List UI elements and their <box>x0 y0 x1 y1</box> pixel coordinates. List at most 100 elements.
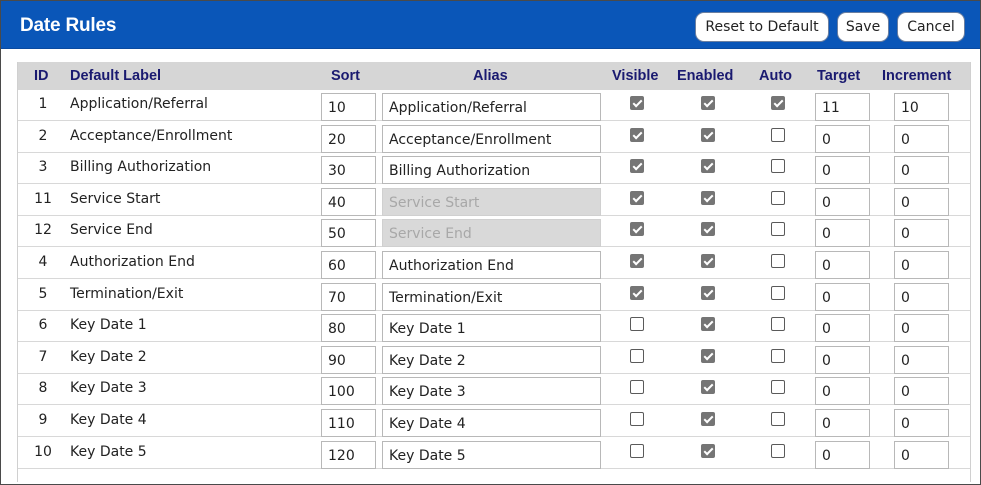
target-input[interactable]: 0 <box>815 282 870 311</box>
sort-input[interactable]: 40 <box>321 187 376 216</box>
sort-input[interactable]: 60 <box>321 251 376 279</box>
enabled-checkbox[interactable] <box>701 412 715 426</box>
enabled-checkbox[interactable] <box>701 380 715 395</box>
enabled-checkbox[interactable] <box>701 317 715 332</box>
enabled-checkbox[interactable] <box>701 222 715 237</box>
auto-checkbox[interactable] <box>771 96 785 110</box>
visible-checkbox[interactable] <box>630 348 644 363</box>
visible-checkbox[interactable] <box>630 443 644 458</box>
target-input[interactable]: 0 <box>815 124 870 153</box>
target-input[interactable]: 0 <box>815 409 870 437</box>
alias-input[interactable]: Termination/Exit <box>382 282 601 311</box>
sort-input[interactable]: 110 <box>321 409 376 437</box>
increment-input[interactable]: 0 <box>894 345 949 374</box>
row-default-label: Service Start <box>70 190 161 207</box>
col-header-enabled: Enabled <box>677 68 734 84</box>
auto-checkbox[interactable] <box>771 254 785 268</box>
sort-input[interactable]: 30 <box>321 156 376 185</box>
visible-checkbox[interactable] <box>630 317 644 332</box>
enabled-checkbox[interactable] <box>701 443 715 458</box>
target-input[interactable]: 0 <box>815 187 870 216</box>
alias-input[interactable]: Authorization End <box>382 251 601 279</box>
visible-checkbox[interactable] <box>630 190 644 205</box>
sort-input[interactable]: 70 <box>321 282 376 311</box>
row-id: 3 <box>38 159 48 176</box>
enabled-checkbox[interactable] <box>701 190 715 205</box>
enabled-checkbox[interactable] <box>701 159 715 174</box>
increment-input[interactable]: 0 <box>894 187 949 216</box>
sort-input[interactable]: 80 <box>321 314 376 343</box>
alias-input[interactable]: Key Date 3 <box>382 377 601 406</box>
row-id: 6 <box>38 317 48 334</box>
row-default-label: Application/Referral <box>70 96 208 112</box>
target-input[interactable]: 0 <box>815 314 870 343</box>
row-id: 11 <box>34 190 52 207</box>
sort-input[interactable]: 10 <box>321 93 376 121</box>
auto-checkbox[interactable] <box>771 127 785 142</box>
increment-input[interactable]: 0 <box>894 377 949 406</box>
target-input[interactable]: 11 <box>815 93 870 121</box>
sort-input[interactable]: 90 <box>321 345 376 374</box>
auto-checkbox[interactable] <box>771 380 785 395</box>
visible-checkbox[interactable] <box>630 412 644 426</box>
increment-input[interactable]: 0 <box>894 156 949 185</box>
sort-input[interactable]: 20 <box>321 124 376 153</box>
visible-checkbox[interactable] <box>630 96 644 110</box>
target-input[interactable]: 0 <box>815 156 870 185</box>
row-default-label: Key Date 1 <box>70 317 147 334</box>
increment-input[interactable]: 10 <box>894 93 949 121</box>
visible-checkbox[interactable] <box>630 254 644 268</box>
target-input[interactable]: 0 <box>815 440 870 469</box>
enabled-checkbox[interactable] <box>701 127 715 142</box>
col-header-default-label: Default Label <box>70 68 162 84</box>
table-header: ID Default Label Sort Alias Visible Enab… <box>18 62 970 90</box>
table-row: 2 Acceptance/Enrollment 20 Acceptance/Enrol… <box>18 122 970 153</box>
enabled-checkbox[interactable] <box>701 254 715 268</box>
increment-input[interactable]: 0 <box>894 251 949 279</box>
auto-checkbox[interactable] <box>771 190 785 205</box>
visible-checkbox[interactable] <box>630 127 644 142</box>
increment-input[interactable]: 0 <box>894 440 949 469</box>
increment-input[interactable]: 0 <box>894 219 949 248</box>
visible-checkbox[interactable] <box>630 222 644 237</box>
row-default-label: Key Date 3 <box>70 380 147 397</box>
alias-input[interactable]: Application/Referral <box>382 93 601 121</box>
save-button[interactable]: Save <box>837 12 889 42</box>
auto-checkbox[interactable] <box>771 222 785 237</box>
alias-input[interactable]: Acceptance/Enrollment <box>382 124 601 153</box>
increment-input[interactable]: 0 <box>894 409 949 437</box>
auto-checkbox[interactable] <box>771 159 785 174</box>
increment-input[interactable]: 0 <box>894 124 949 153</box>
visible-checkbox[interactable] <box>630 380 644 395</box>
row-default-label: Key Date 5 <box>70 443 147 460</box>
enabled-checkbox[interactable] <box>701 348 715 363</box>
col-header-sort: Sort <box>331 68 360 84</box>
alias-input[interactable]: Key Date 5 <box>382 440 601 469</box>
row-id: 1 <box>38 96 48 112</box>
enabled-checkbox[interactable] <box>701 285 715 300</box>
cancel-button[interactable]: Cancel <box>897 12 965 42</box>
auto-checkbox[interactable] <box>771 285 785 300</box>
auto-checkbox[interactable] <box>771 412 785 426</box>
target-input[interactable]: 0 <box>815 219 870 248</box>
visible-checkbox[interactable] <box>630 159 644 174</box>
reset-to-default-button[interactable]: Reset to Default <box>695 12 829 42</box>
increment-input[interactable]: 0 <box>894 282 949 311</box>
visible-checkbox[interactable] <box>630 285 644 300</box>
sort-input[interactable]: 120 <box>321 440 376 469</box>
alias-input[interactable]: Billing Authorization <box>382 156 601 185</box>
sort-input[interactable]: 100 <box>321 377 376 406</box>
enabled-checkbox[interactable] <box>701 96 715 110</box>
target-input[interactable]: 0 <box>815 377 870 406</box>
increment-input[interactable]: 0 <box>894 314 949 343</box>
alias-input[interactable]: Key Date 4 <box>382 409 601 437</box>
table-row: 12 Service End 50 Service End 0 0 <box>18 216 970 248</box>
auto-checkbox[interactable] <box>771 443 785 458</box>
alias-input[interactable]: Key Date 2 <box>382 345 601 374</box>
sort-input[interactable]: 50 <box>321 219 376 248</box>
target-input[interactable]: 0 <box>815 345 870 374</box>
auto-checkbox[interactable] <box>771 348 785 363</box>
auto-checkbox[interactable] <box>771 317 785 332</box>
alias-input[interactable]: Key Date 1 <box>382 314 601 343</box>
target-input[interactable]: 0 <box>815 251 870 279</box>
